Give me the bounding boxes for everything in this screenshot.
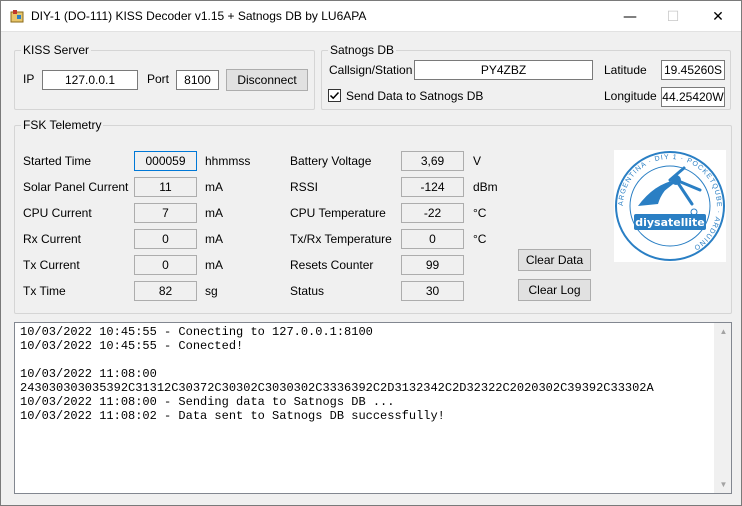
- status-value: 30: [401, 281, 464, 301]
- checkmark-icon: [329, 91, 340, 100]
- started-time-value: 000059: [134, 151, 197, 171]
- maximize-button[interactable]: ☐: [650, 1, 696, 32]
- cpu-current-label: CPU Current: [23, 206, 92, 220]
- port-input[interactable]: 8100: [176, 70, 219, 90]
- rssi-value: -124: [401, 177, 464, 197]
- kiss-server-legend: KISS Server: [23, 43, 90, 57]
- resets-counter-value: 99: [401, 255, 464, 275]
- rx-current-value: 0: [134, 229, 197, 249]
- log-vertical-scrollbar[interactable]: ▲ ▼: [714, 323, 731, 493]
- app-window: DIY-1 (DO-111) KISS Decoder v1.15 + Satn…: [0, 0, 742, 506]
- app-icon: [10, 9, 24, 23]
- tx-time-unit: sg: [205, 284, 218, 298]
- port-label: Port: [147, 72, 170, 86]
- cpu-current-value: 7: [134, 203, 197, 223]
- cpu-temperature-unit: °C: [473, 206, 487, 220]
- scroll-up-icon[interactable]: ▲: [715, 323, 731, 340]
- started-time-label: Started Time: [23, 154, 92, 168]
- satnogs-db-legend: Satnogs DB: [330, 43, 395, 57]
- cpu-temperature-label: CPU Temperature: [290, 206, 386, 220]
- callsign-label: Callsign/Station: [329, 63, 413, 77]
- send-data-checkbox[interactable]: [328, 89, 341, 102]
- cpu-temperature-value: -22: [401, 203, 464, 223]
- minimize-icon: —: [623, 8, 637, 25]
- close-icon: ✕: [712, 8, 724, 25]
- close-button[interactable]: ✕: [695, 1, 741, 32]
- ip-label: IP: [23, 72, 35, 86]
- rx-current-unit: mA: [205, 232, 223, 246]
- ip-input[interactable]: 127.0.0.1: [42, 70, 138, 90]
- tx-time-label: Tx Time: [23, 284, 66, 298]
- battery-voltage-value: 3,69: [401, 151, 464, 171]
- fsk-telemetry-legend: FSK Telemetry: [23, 118, 102, 132]
- solar-panel-current-value: 11: [134, 177, 197, 197]
- title-bar[interactable]: DIY-1 (DO-111) KISS Decoder v1.15 + Satn…: [1, 1, 741, 32]
- diysatellite-logo: ARGENTINA · DIY 1 · POCKETQUBE · ARDUINO…: [614, 150, 726, 262]
- tx-current-value: 0: [134, 255, 197, 275]
- latitude-input[interactable]: 19.45260S: [661, 60, 725, 80]
- status-label: Status: [290, 284, 325, 298]
- callsign-input[interactable]: PY4ZBZ: [414, 60, 593, 80]
- tx-time-value: 82: [134, 281, 197, 301]
- battery-voltage-label: Battery Voltage: [290, 154, 372, 168]
- maximize-icon: ☐: [666, 8, 680, 25]
- log-textbox[interactable]: 10/03/2022 10:45:55 - Conecting to 127.0…: [14, 322, 732, 494]
- cpu-current-unit: mA: [205, 206, 223, 220]
- tx-current-unit: mA: [205, 258, 223, 272]
- longitude-input[interactable]: 44.25420W: [661, 87, 725, 107]
- battery-voltage-unit: V: [473, 154, 482, 168]
- resets-counter-label: Resets Counter: [290, 258, 374, 272]
- tx-current-label: Tx Current: [23, 258, 80, 272]
- disconnect-button[interactable]: Disconnect: [226, 69, 308, 91]
- solar-panel-current-unit: mA: [205, 180, 223, 194]
- txrx-temperature-label: Tx/Rx Temperature: [290, 232, 392, 246]
- solar-panel-current-label: Solar Panel Current: [23, 180, 129, 194]
- clear-log-button[interactable]: Clear Log: [518, 279, 591, 301]
- longitude-label: Longitude: [604, 89, 657, 103]
- logo-text: diysatellite: [635, 216, 705, 229]
- clear-data-button[interactable]: Clear Data: [518, 249, 591, 271]
- minimize-button[interactable]: —: [607, 1, 653, 32]
- send-data-label: Send Data to Satnogs DB: [346, 89, 484, 103]
- started-time-unit: hhmmss: [205, 154, 251, 168]
- log-content[interactable]: 10/03/2022 10:45:55 - Conecting to 127.0…: [20, 325, 654, 423]
- window-title: DIY-1 (DO-111) KISS Decoder v1.15 + Satn…: [31, 9, 367, 23]
- rx-current-label: Rx Current: [23, 232, 82, 246]
- txrx-temperature-value: 0: [401, 229, 464, 249]
- latitude-label: Latitude: [604, 63, 647, 77]
- rssi-label: RSSI: [290, 180, 319, 194]
- scroll-down-icon[interactable]: ▼: [715, 476, 731, 493]
- txrx-temperature-unit: °C: [473, 232, 487, 246]
- satellite-logo-icon: ARGENTINA · DIY 1 · POCKETQUBE · ARDUINO…: [615, 151, 725, 261]
- rssi-unit: dBm: [473, 180, 498, 194]
